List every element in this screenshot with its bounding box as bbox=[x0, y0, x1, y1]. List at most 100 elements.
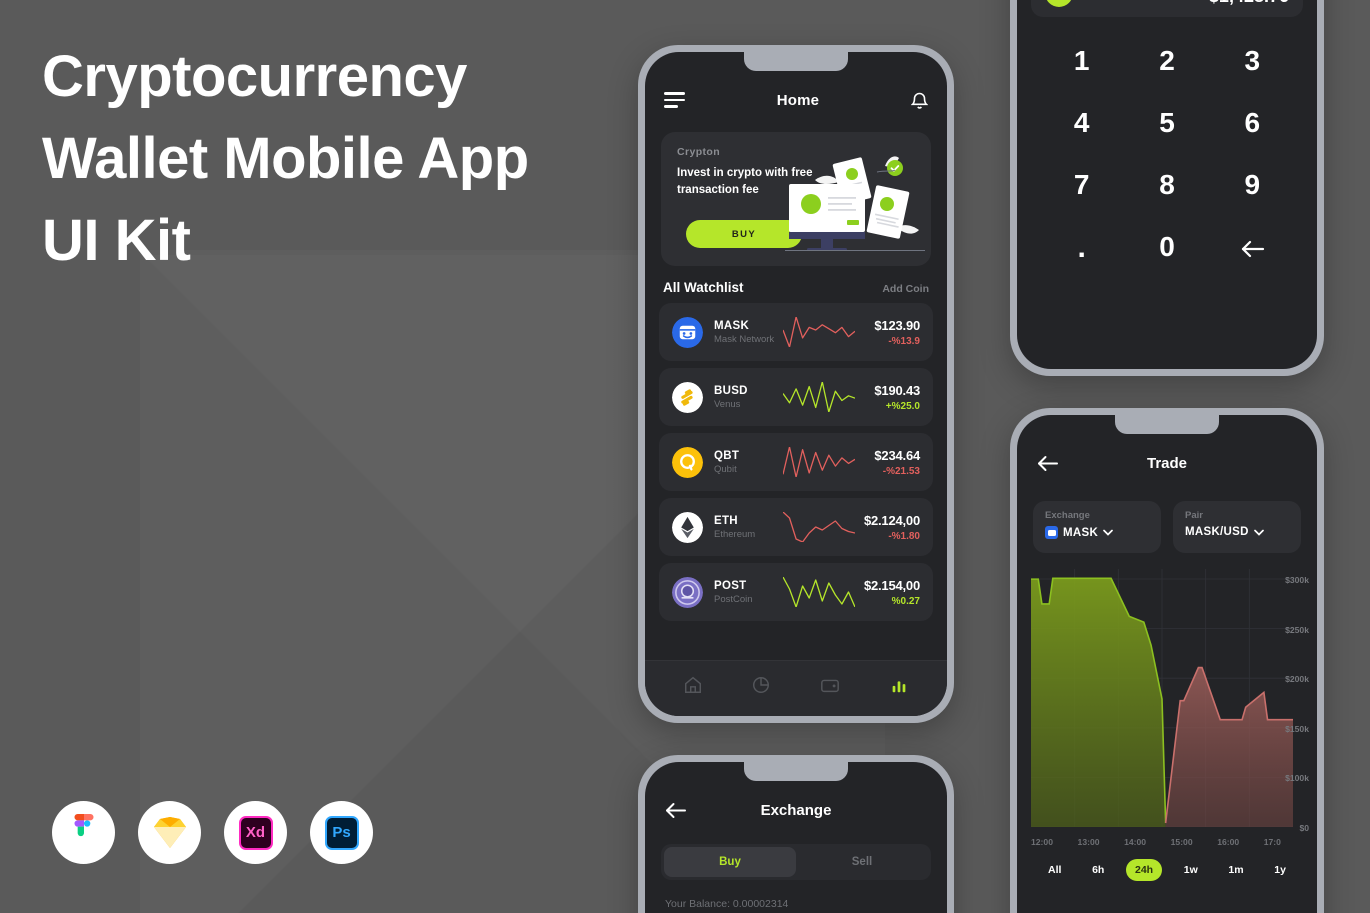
coin-sparkline bbox=[782, 512, 855, 542]
key-dot[interactable]: . bbox=[1039, 231, 1124, 265]
trade-selectors: Exchange MASK Pair MASK/USD bbox=[1017, 491, 1317, 553]
key-3[interactable]: 3 bbox=[1210, 45, 1295, 77]
house-icon[interactable] bbox=[683, 675, 703, 695]
coin-sparkline bbox=[782, 317, 855, 347]
coin-sparkline bbox=[782, 382, 855, 412]
coin-change: +%25.0 bbox=[885, 400, 920, 412]
key-7[interactable]: 7 bbox=[1039, 169, 1124, 201]
chevron-down-icon bbox=[1253, 529, 1264, 536]
exchange-value: MASK bbox=[1063, 526, 1099, 539]
coin-names: ETH Ethereum bbox=[714, 515, 783, 540]
pie-chart-icon[interactable] bbox=[751, 675, 771, 695]
range-6h[interactable]: 6h bbox=[1083, 859, 1113, 881]
coin-symbol: QBT bbox=[714, 449, 740, 462]
wallet-icon[interactable] bbox=[819, 675, 841, 695]
range-All[interactable]: All bbox=[1039, 859, 1070, 881]
key-8[interactable]: 8 bbox=[1124, 169, 1209, 201]
watchlist-row[interactable]: BUSD Venus $190.43 +%25.0 bbox=[659, 368, 933, 426]
exchange-value-row: MASK bbox=[1045, 526, 1149, 539]
exchange-label: Exchange bbox=[1045, 510, 1090, 521]
bar-chart-icon[interactable] bbox=[889, 675, 909, 695]
hamburger-icon[interactable] bbox=[664, 92, 685, 108]
coin-change: -%13.9 bbox=[888, 335, 920, 347]
range-1y[interactable]: 1y bbox=[1265, 859, 1295, 881]
exchange-selector[interactable]: Exchange MASK bbox=[1033, 501, 1161, 553]
qbt-coin-icon bbox=[672, 446, 703, 478]
coin-sparkline bbox=[782, 447, 855, 477]
watchlist-row[interactable]: MASK Mask Network $123.90 -%13.9 bbox=[659, 303, 933, 361]
figma-badge[interactable] bbox=[52, 801, 115, 864]
coin-price: $190.43 bbox=[874, 382, 920, 398]
chart-area-gain bbox=[1031, 578, 1166, 827]
phone-trade: Trade Exchange MASK Pair MASK/USD $300k … bbox=[1010, 408, 1324, 913]
sparkline bbox=[782, 447, 855, 477]
watchlist-row[interactable]: ETH Ethereum $2.124,00 -%1.80 bbox=[659, 498, 933, 556]
coin-symbol: ETH bbox=[714, 514, 738, 527]
sell-tab[interactable]: Sell bbox=[796, 847, 928, 877]
coin-sparkline bbox=[782, 577, 855, 607]
watchlist-row[interactable]: POST PostCoin $2.154,00 %0.27 bbox=[659, 563, 933, 621]
range-1m[interactable]: 1m bbox=[1219, 859, 1252, 881]
dollar-icon: $ bbox=[1045, 0, 1073, 7]
bell-icon[interactable] bbox=[910, 91, 928, 110]
key-9[interactable]: 9 bbox=[1210, 169, 1295, 201]
chart-y-axis: $300k $250k $200k $150k $100k $0 bbox=[1271, 569, 1313, 833]
banner-illustration bbox=[785, 156, 925, 251]
trade-topbar: Trade bbox=[1017, 435, 1317, 491]
home-topbar: Home bbox=[645, 70, 947, 130]
buy-tab[interactable]: Buy bbox=[664, 847, 796, 877]
title-line-2: Wallet Mobile App bbox=[42, 126, 529, 191]
trade-title: Trade bbox=[1146, 454, 1188, 472]
bottom-tabbar bbox=[645, 660, 947, 716]
coin-fullname: Mask Network bbox=[714, 333, 775, 345]
x-tick-label: 15:00 bbox=[1170, 837, 1193, 847]
page-title: Cryptocurrency Wallet Mobile App UI Kit bbox=[42, 36, 602, 282]
pair-label: Pair bbox=[1185, 510, 1203, 521]
rate-amount: $1,428.76 bbox=[1209, 0, 1289, 7]
xd-badge[interactable]: Xd bbox=[224, 801, 287, 864]
arrow-left-icon[interactable] bbox=[665, 802, 687, 819]
coin-symbol: POST bbox=[714, 579, 747, 592]
backspace-key[interactable] bbox=[1210, 231, 1295, 265]
key-0[interactable]: 0 bbox=[1124, 231, 1209, 265]
key-4[interactable]: 4 bbox=[1039, 107, 1124, 139]
range-1w[interactable]: 1w bbox=[1175, 859, 1207, 881]
arrow-left-icon[interactable] bbox=[1037, 455, 1059, 472]
key-2[interactable]: 2 bbox=[1124, 45, 1209, 77]
photoshop-badge[interactable]: Ps bbox=[310, 801, 373, 864]
key-1[interactable]: 1 bbox=[1039, 45, 1124, 77]
busd-coin-icon bbox=[672, 381, 703, 413]
y-tick-label: $200k bbox=[1285, 674, 1309, 685]
watchlist-header: All Watchlist Add Coin bbox=[645, 266, 947, 303]
xd-icon: Xd bbox=[238, 815, 273, 850]
x-tick-label: 16:00 bbox=[1217, 837, 1240, 847]
y-tick-label: $150k bbox=[1285, 723, 1309, 734]
key-5[interactable]: 5 bbox=[1124, 107, 1209, 139]
poster-canvas: Cryptocurrency Wallet Mobile App UI Kit … bbox=[0, 0, 1370, 913]
chevron-down-icon bbox=[1103, 529, 1113, 536]
title-line-3: UI Kit bbox=[42, 208, 191, 273]
pair-selector[interactable]: Pair MASK/USD bbox=[1173, 501, 1301, 553]
format-badges: Xd Ps bbox=[52, 801, 373, 864]
y-tick-label: $250k bbox=[1285, 624, 1309, 635]
time-range-selector: All 6h 24h 1w 1m 1y bbox=[1017, 847, 1317, 881]
phone-notch bbox=[744, 52, 848, 71]
mask-coin-icon bbox=[1045, 526, 1058, 539]
watchlist-title: All Watchlist bbox=[663, 280, 744, 295]
add-coin-link[interactable]: Add Coin bbox=[882, 283, 929, 295]
phone-notch bbox=[1115, 415, 1219, 434]
watchlist-rows: MASK Mask Network $123.90 -%13.9 BUSD Venus $1… bbox=[645, 303, 947, 621]
watchlist-row[interactable]: QBT Qubit $234.64 -%21.53 bbox=[659, 433, 933, 491]
key-6[interactable]: 6 bbox=[1210, 107, 1295, 139]
home-title: Home bbox=[776, 91, 820, 109]
x-tick-label: 13:00 bbox=[1077, 837, 1100, 847]
sketch-badge[interactable] bbox=[138, 801, 201, 864]
coin-values: $2.154,00 %0.27 bbox=[855, 578, 920, 607]
y-tick-label: $300k bbox=[1285, 575, 1309, 585]
coin-change: -%21.53 bbox=[882, 465, 920, 477]
coin-price: $2.124,00 bbox=[863, 512, 920, 528]
range-24h[interactable]: 24h bbox=[1126, 859, 1163, 881]
coin-values: $123.90 -%13.9 bbox=[855, 318, 920, 347]
backspace-icon bbox=[1242, 240, 1265, 257]
coin-names: BUSD Venus bbox=[714, 385, 783, 410]
